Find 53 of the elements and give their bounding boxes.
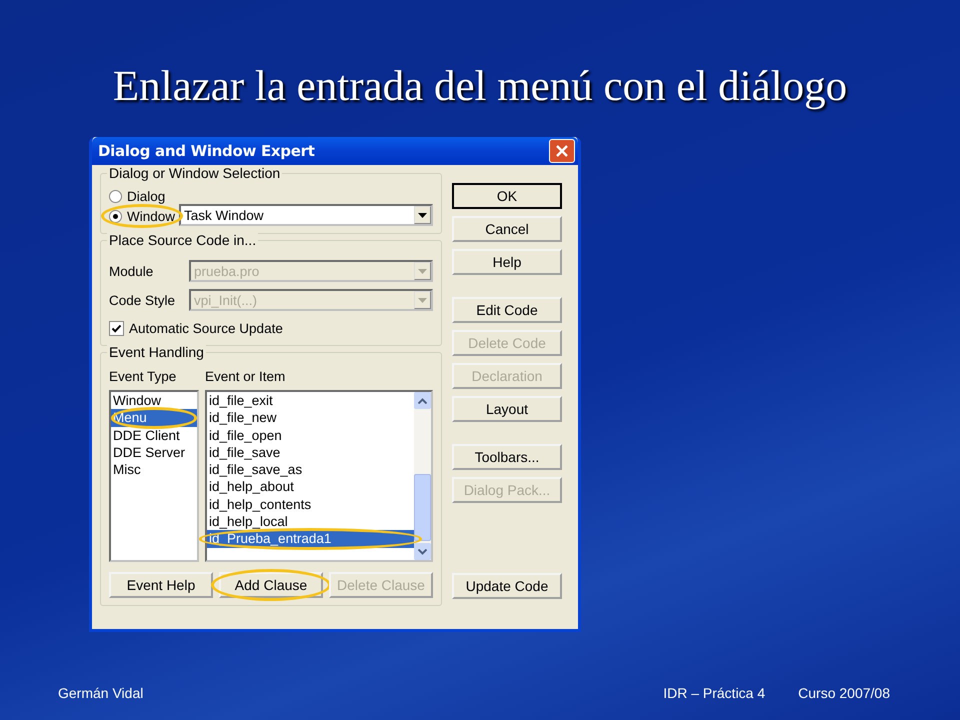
list-item[interactable]: DDE Client [111, 426, 197, 444]
window-title: Dialog and Window Expert [98, 142, 315, 160]
push-button[interactable]: Help [452, 249, 562, 275]
field-label: Code Style [109, 292, 176, 308]
list-item[interactable]: id_file_save_as [207, 461, 414, 478]
list-item[interactable]: id_help_about [207, 478, 414, 496]
caret-icon [418, 268, 427, 274]
push-button[interactable]: Event Help [109, 572, 213, 598]
slide-title: Enlazar la entrada del menú con el diálogo [112, 62, 848, 111]
radio-button[interactable] [109, 190, 122, 202]
dropdown-button[interactable] [414, 206, 431, 224]
close-icon [555, 144, 569, 158]
radio-option[interactable]: Dialog [109, 186, 176, 206]
footer-author: Germán Vidal [58, 685, 144, 701]
list-item[interactable]: id_file_exit [207, 392, 414, 410]
list-item[interactable]: DDE Server [111, 444, 197, 462]
push-button[interactable]: Update Code [452, 573, 562, 599]
scroll-thumb[interactable] [414, 474, 431, 541]
group-label: Event Handling [107, 344, 206, 360]
push-button[interactable]: Layout [452, 396, 562, 422]
push-button[interactable]: Cancel [452, 216, 562, 242]
caret-icon [418, 298, 427, 302]
list-item[interactable]: id_file_open [207, 426, 414, 444]
checkbox[interactable] [109, 320, 124, 336]
list-item[interactable]: Misc [111, 461, 197, 478]
push-button[interactable]: Add Clause [219, 572, 323, 598]
list-item[interactable]: id_file_new [207, 409, 414, 427]
scroll-down-button[interactable] [414, 543, 431, 560]
window-dropdown[interactable]: Task Window [179, 204, 433, 226]
push-button[interactable]: Edit Code [452, 297, 562, 323]
radio-label: Dialog [127, 188, 166, 204]
checkbox-label: Automatic Source Update [129, 320, 283, 336]
radio-option[interactable]: Window [109, 206, 176, 226]
checkbox-option[interactable]: Automatic Source Update [109, 318, 433, 338]
caret-icon [418, 212, 427, 218]
radio-button[interactable] [109, 210, 122, 222]
footer-course: IDR – Práctica 4 [663, 685, 766, 701]
push-button[interactable]: Toolbars... [452, 444, 562, 470]
push-button[interactable]: OK [452, 183, 562, 209]
scroll-bar[interactable] [414, 392, 431, 560]
list-item[interactable]: id_file_save [207, 444, 414, 462]
scroll-up-button[interactable] [414, 392, 431, 409]
list-item[interactable]: Window [111, 392, 197, 410]
list-item[interactable]: id_help_contents [207, 496, 414, 514]
group-label: Place Source Code in... [107, 232, 258, 248]
list-item[interactable]: id_help_local [207, 513, 414, 530]
close-button[interactable] [549, 139, 575, 163]
radio-label: Window [127, 208, 176, 224]
column-label: Event or Item [205, 369, 286, 384]
field-label: Module [109, 264, 154, 278]
column-label: Event Type [109, 369, 178, 384]
footer-year: Curso 2007/08 [798, 685, 890, 701]
group-label: Dialog or Window Selection [107, 165, 282, 181]
